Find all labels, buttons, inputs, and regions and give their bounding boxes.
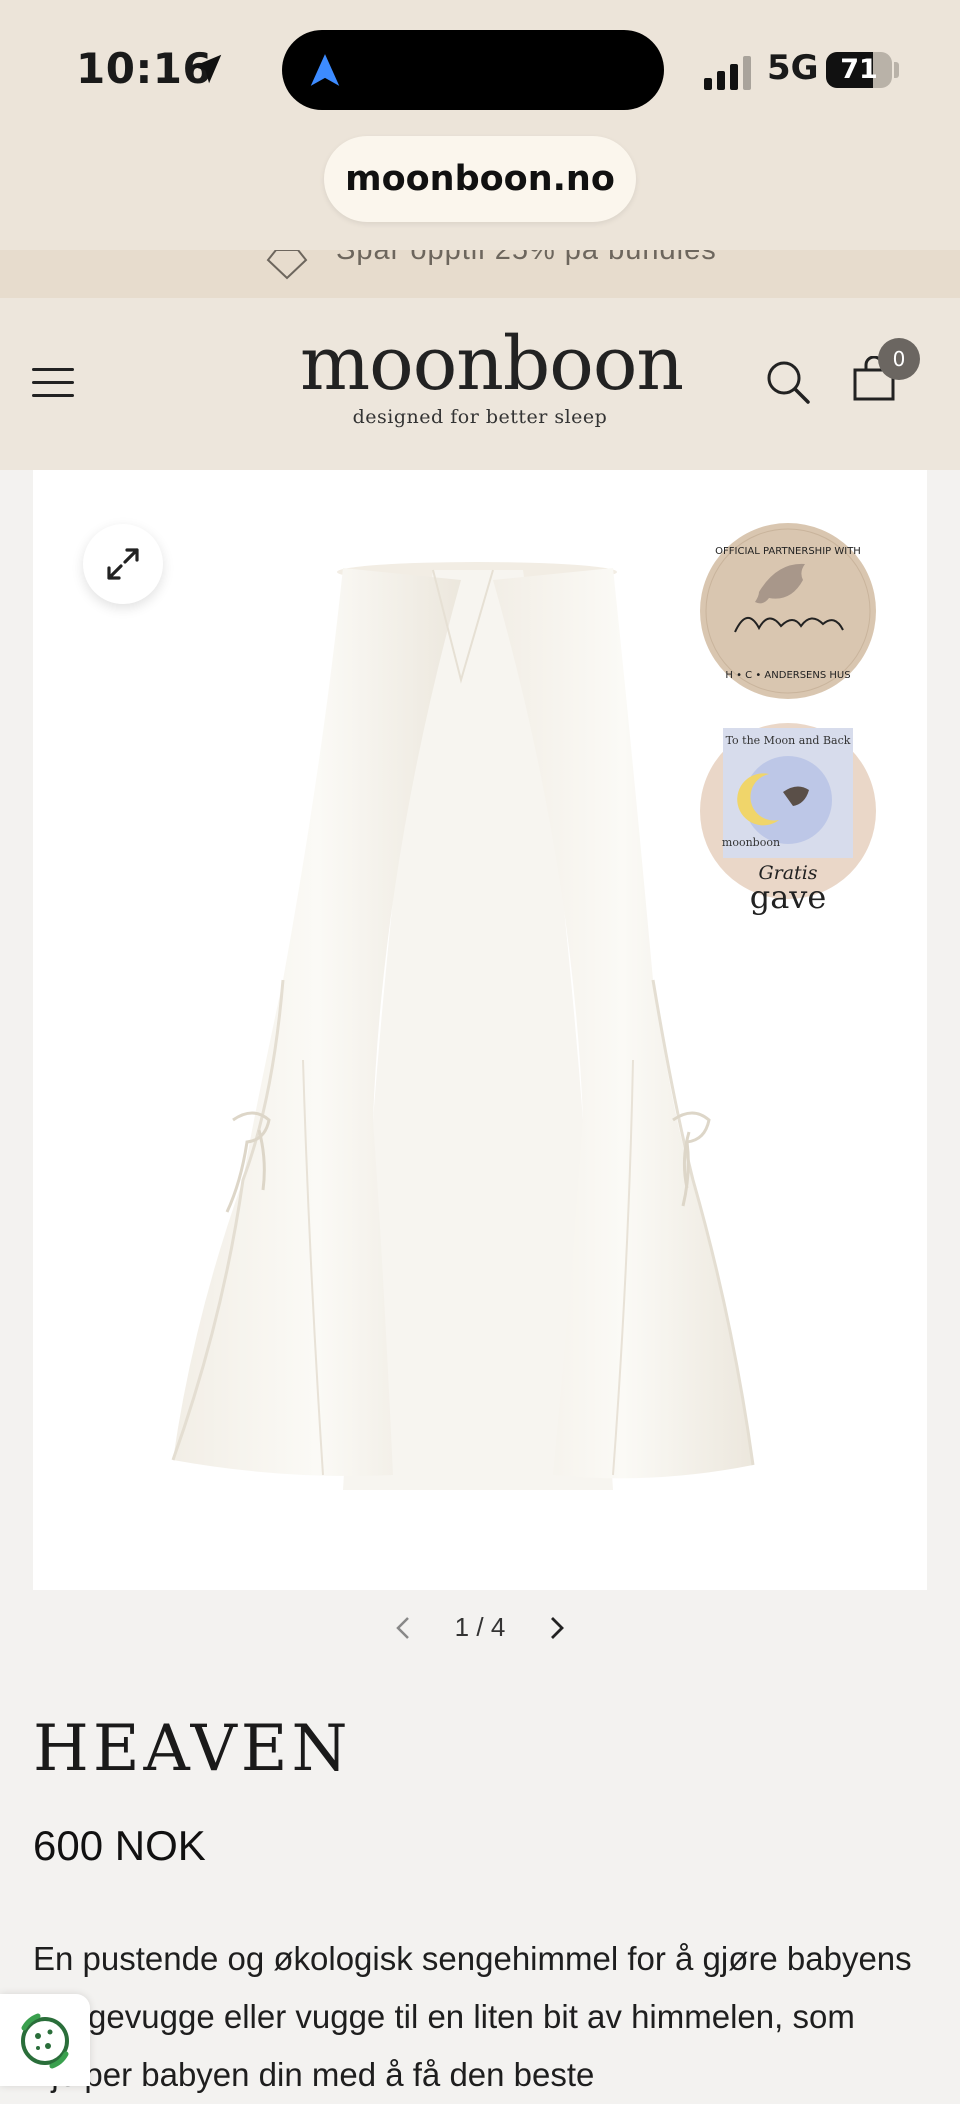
brand-logo[interactable]: moonboon: [300, 324, 684, 404]
product-title: HEAVEN: [33, 1712, 352, 1786]
partnership-badge: OFFICIAL PARTNERSHIP WITH H • C • ANDERS…: [700, 523, 876, 699]
chevron-left-icon[interactable]: [392, 1614, 416, 1642]
diamond-icon: [266, 250, 308, 280]
image-pager: 1 / 4: [380, 1608, 580, 1648]
pager-separator: /: [476, 1612, 484, 1642]
chevron-right-icon[interactable]: [544, 1614, 568, 1642]
brand-tagline: designed for better sleep: [352, 406, 608, 428]
product-description: En pustende og økologisk sengehimmel for…: [33, 1940, 912, 2093]
pager-current: 1: [454, 1612, 470, 1642]
menu-icon[interactable]: [32, 368, 74, 400]
navigation-arrow-icon: [310, 54, 340, 86]
partnership-subtext: H • C • ANDERSENS HUS: [725, 670, 850, 681]
promo-text: Spar opptil 25% på bundles: [336, 250, 717, 266]
product-image[interactable]: OFFICIAL PARTNERSHIP WITH H • C • ANDERS…: [33, 470, 927, 1590]
gift-book-title: To the Moon and Back: [726, 734, 851, 747]
cookie-icon: [21, 2013, 69, 2069]
network-type: 5G: [767, 48, 819, 88]
dynamic-island: [282, 30, 664, 110]
product-price: 600 NOK: [33, 1822, 206, 1869]
canopy-illustration: [171, 562, 755, 1490]
promo-bar[interactable]: Spar opptil 25% på bundles: [0, 250, 960, 298]
pager-total: 4: [490, 1612, 506, 1642]
location-arrow-icon: [192, 54, 222, 84]
site-header: moonboon designed for better sleep 0: [0, 298, 960, 470]
gift-brand: moonboon: [722, 836, 780, 849]
battery-cap: [894, 62, 899, 78]
status-bar: 10:16 5G 71 moonboon.no: [0, 0, 960, 250]
search-icon[interactable]: [764, 358, 812, 406]
gift-label-gave: gave: [749, 878, 827, 916]
url-bar[interactable]: moonboon.no: [324, 136, 636, 222]
cellular-signal-icon: [704, 56, 751, 90]
pager-counter: 1 / 4: [440, 1612, 520, 1643]
battery-icon: 71: [826, 52, 892, 88]
partnership-text: OFFICIAL PARTNERSHIP WITH: [715, 546, 861, 557]
cart-count-badge[interactable]: 0: [878, 338, 920, 380]
cookie-consent-button[interactable]: [0, 1994, 90, 2086]
battery-level: 71: [840, 54, 878, 85]
